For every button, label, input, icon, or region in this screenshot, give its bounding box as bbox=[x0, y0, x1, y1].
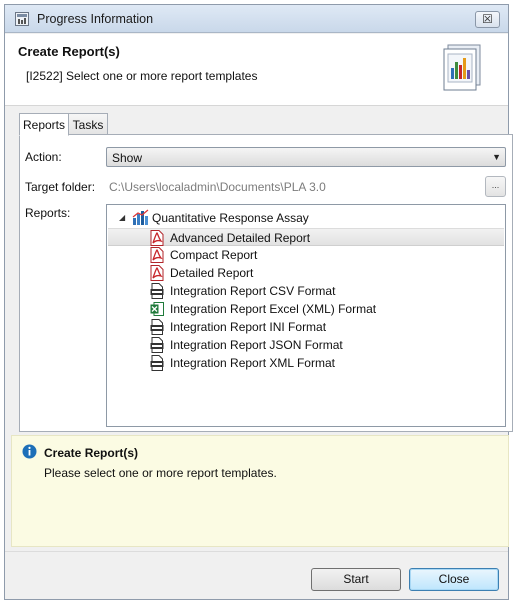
dialog-header: Create Report(s) [I2522] Select one or m… bbox=[5, 34, 508, 106]
info-text: Please select one or more report templat… bbox=[44, 466, 277, 480]
browse-button-label: ... bbox=[491, 180, 500, 190]
tree-item-label: Integration Report JSON Format bbox=[170, 338, 343, 352]
pdf-icon bbox=[150, 247, 164, 263]
close-window-button[interactable]: ☒ bbox=[475, 11, 500, 28]
excel-icon bbox=[150, 302, 164, 316]
tree-item-label: Compact Report bbox=[170, 248, 258, 262]
reports-panel: Action: Show ▼ Target folder: C:\Users\l… bbox=[19, 134, 513, 432]
reports-label: Reports: bbox=[25, 206, 71, 220]
window-title: Progress Information bbox=[37, 12, 154, 26]
header-subtitle: [I2522] Select one or more report templa… bbox=[26, 69, 258, 83]
tree-item-label: Integration Report Excel (XML) Format bbox=[170, 302, 377, 316]
tab-reports-label: Reports bbox=[22, 118, 66, 132]
action-dropdown[interactable]: Show ▼ bbox=[106, 147, 506, 167]
info-icon bbox=[22, 444, 37, 459]
json-file-icon bbox=[150, 337, 164, 353]
action-value: Show bbox=[112, 151, 143, 165]
header-title: Create Report(s) bbox=[18, 44, 120, 59]
assay-chart-icon bbox=[132, 209, 149, 225]
tree-root-label: Quantitative Response Assay bbox=[152, 211, 309, 225]
tree-item-label: Advanced Detailed Report bbox=[170, 231, 311, 245]
tree-item-label: Integration Report INI Format bbox=[170, 320, 327, 334]
tab-tasks-label: Tasks bbox=[72, 118, 104, 132]
close-icon: ☒ bbox=[482, 12, 493, 26]
tree-item[interactable]: Integration Report JSON Format bbox=[108, 336, 504, 354]
target-folder-label: Target folder: bbox=[25, 180, 96, 194]
report-chart-icon bbox=[443, 44, 481, 91]
tree-item[interactable]: Integration Report Excel (XML) Format bbox=[108, 300, 504, 318]
browse-folder-button[interactable]: ... bbox=[485, 176, 506, 197]
tree-item[interactable]: Compact Report bbox=[108, 246, 504, 264]
tree-item[interactable]: Integration Report CSV Format bbox=[108, 282, 504, 300]
close-button[interactable]: Close bbox=[409, 568, 499, 591]
info-message-area: Create Report(s) Please select one or mo… bbox=[11, 435, 509, 547]
start-button-label: Start bbox=[343, 572, 369, 586]
info-title: Create Report(s) bbox=[44, 446, 139, 460]
close-button-label: Close bbox=[438, 572, 470, 586]
start-button[interactable]: Start bbox=[311, 568, 401, 591]
ini-file-icon bbox=[150, 319, 164, 335]
xml-file-icon bbox=[150, 355, 164, 371]
tree-item[interactable]: Detailed Report bbox=[108, 264, 504, 282]
pdf-icon bbox=[150, 230, 164, 246]
tree-item[interactable]: Advanced Detailed Report bbox=[108, 228, 504, 246]
report-tree[interactable]: ◢ Quantitative Response Assay Advanced D… bbox=[106, 204, 506, 427]
target-folder-path: C:\Users\localadmin\Documents\PLA 3.0 bbox=[109, 180, 326, 194]
tab-reports[interactable]: Reports bbox=[19, 113, 69, 136]
tab-tasks[interactable]: Tasks bbox=[68, 113, 108, 135]
tree-item[interactable]: Integration Report INI Format bbox=[108, 318, 504, 336]
tree-item[interactable]: Integration Report XML Format bbox=[108, 354, 504, 372]
pdf-icon bbox=[150, 265, 164, 281]
csv-file-icon bbox=[150, 283, 164, 299]
progress-window: Progress Information ☒ Create Report(s) … bbox=[4, 4, 513, 600]
title-bar[interactable]: Progress Information ☒ bbox=[5, 5, 508, 33]
expand-collapse-icon[interactable]: ◢ bbox=[119, 213, 125, 222]
dialog-footer: Start Close bbox=[5, 551, 508, 599]
tree-item-label: Detailed Report bbox=[170, 266, 254, 280]
action-label: Action: bbox=[25, 150, 62, 164]
tree-root-node[interactable]: ◢ Quantitative Response Assay bbox=[115, 209, 505, 227]
tree-item-label: Integration Report CSV Format bbox=[170, 284, 336, 298]
tree-item-label: Integration Report XML Format bbox=[170, 356, 335, 370]
chevron-down-icon: ▼ bbox=[492, 152, 501, 162]
app-icon bbox=[15, 12, 29, 26]
